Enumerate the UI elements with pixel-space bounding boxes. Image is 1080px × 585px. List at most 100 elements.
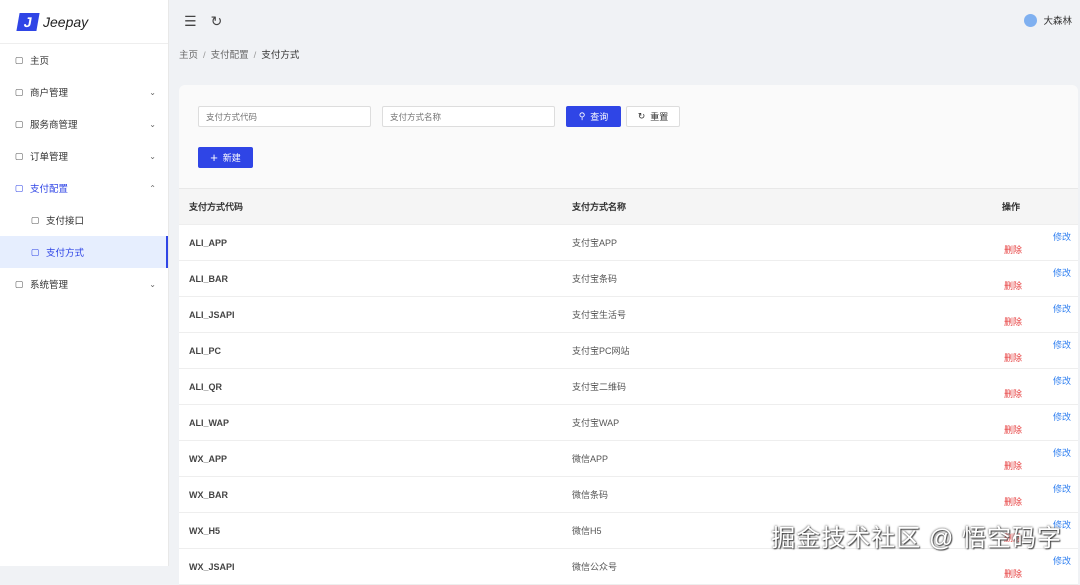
username: 大森林 [1043,16,1072,27]
name-cell: 支付宝WAP [562,404,962,441]
actions-cell: 修改删除 [962,548,1078,585]
edit-link[interactable]: 修改 [1053,268,1071,278]
watermark: 掘金技术社区 @ 悟空码字 [771,525,1062,552]
interface-icon: ▢ [30,214,40,225]
code-cell: WX_JSAPI [179,548,562,585]
sidebar-item-4[interactable]: ▢ 支付配置 ⌃ [0,172,168,204]
sidebar-item-label: 服务商管理 [30,120,78,131]
actions-cell: 修改删除 [962,296,1078,333]
sidebar-item-7[interactable]: ▢ 系统管理 ⌄ [0,268,168,300]
delete-link[interactable]: 删除 [1004,569,1022,579]
code-cell: WX_APP [179,440,562,477]
sidebar-item-label: 商户管理 [30,88,69,99]
collapse-menu-icon[interactable]: ☰ [184,13,197,30]
actions-cell: 修改删除 [962,476,1078,513]
code-cell: ALI_PC [179,332,562,369]
copy-icon: ▢ [14,118,24,129]
edit-link[interactable]: 修改 [1053,304,1071,314]
name-search-input[interactable] [382,106,555,127]
edit-link[interactable]: 修改 [1053,448,1071,458]
header-code: 支付方式代码 [179,188,562,225]
delete-link[interactable]: 删除 [1004,281,1022,291]
breadcrumb-home[interactable]: 主页 [179,50,198,61]
code-cell: WX_H5 [179,512,562,549]
name-cell: 支付宝二维码 [562,368,962,405]
pay-config-icon: ▢ [14,182,24,193]
table-row: ALI_JSAPI 支付宝生活号 修改删除 [179,296,1078,333]
delete-link[interactable]: 删除 [1004,425,1022,435]
table-row: ALI_WAP 支付宝WAP 修改删除 [179,404,1078,441]
sidebar-item-3[interactable]: ▢ 订单管理 ⌄ [0,140,168,172]
edit-link[interactable]: 修改 [1053,376,1071,386]
header-name: 支付方式名称 [562,188,962,225]
new-button[interactable]: + 新建 [198,147,253,168]
sidebar-item-0[interactable]: ▢ 主页 [0,44,168,76]
actions-cell: 修改删除 [962,332,1078,369]
edit-link[interactable]: 修改 [1053,484,1071,494]
query-button[interactable]: ⚲ 查询 [566,106,621,127]
header-actions: 操作 [962,188,1078,225]
delete-link[interactable]: 删除 [1004,245,1022,255]
sidebar-item-1[interactable]: ▢ 商户管理 ⌄ [0,76,168,108]
sidebar-item-2[interactable]: ▢ 服务商管理 ⌄ [0,108,168,140]
delete-link[interactable]: 删除 [1004,497,1022,507]
name-cell: 微信条码 [562,476,962,513]
name-cell: 支付宝PC网站 [562,332,962,369]
chevron-icon: ⌄ [149,279,156,289]
app-name: Jeepay [43,13,89,30]
store-icon: ▢ [14,86,24,97]
sidebar-item-label: 支付配置 [30,184,69,195]
avatar [1024,13,1038,27]
delete-link[interactable]: 删除 [1004,353,1022,363]
sidebar-item-label: 支付接口 [46,216,85,227]
grid-icon: ▢ [30,246,40,257]
gear-icon: ▢ [14,278,24,289]
sidebar-item-label: 主页 [30,56,50,67]
name-cell: 支付宝APP [562,224,962,261]
actions-cell: 修改删除 [962,224,1078,261]
actions-cell: 修改删除 [962,440,1078,477]
logo-icon: J [16,12,40,31]
home-icon: ▢ [14,54,24,65]
actions-cell: 修改删除 [962,260,1078,297]
name-cell: 微信APP [562,440,962,477]
content-card: ⚲查询 ↻重置 +新建 支付方式代码 支付方式名称 操作 ALI_APP支付宝A… [179,85,1078,585]
code-cell: ALI_WAP [179,404,562,441]
breadcrumb: 主页 / 支付配置 / 支付方式 [179,50,300,61]
actions-cell: 修改删除 [962,404,1078,441]
chevron-icon: ⌃ [149,183,156,193]
name-cell: 微信公众号 [562,548,962,585]
code-cell: ALI_JSAPI [179,296,562,333]
topbar: ☰ ↻ 大森林 [170,0,1080,42]
sidebar-item-label: 系统管理 [30,280,69,291]
breadcrumb-pay-config[interactable]: 支付配置 [211,50,249,61]
logo[interactable]: J Jeepay [0,0,168,44]
table-row: ALI_PC 支付宝PC网站 修改删除 [179,332,1078,369]
edit-link[interactable]: 修改 [1053,412,1071,422]
refresh-icon[interactable]: ↻ [211,13,223,30]
table-row: WX_APP 微信APP 修改删除 [179,440,1078,477]
table-row: ALI_APP 支付宝APP 修改删除 [179,224,1078,261]
code-cell: WX_BAR [179,476,562,513]
plus-icon: + [210,150,218,165]
sidebar-item-5[interactable]: ▢ 支付接口 [0,204,168,236]
user-menu[interactable]: 大森林 [1024,13,1072,27]
table-row: ALI_QR 支付宝二维码 修改删除 [179,368,1078,405]
delete-link[interactable]: 删除 [1004,389,1022,399]
table-row: ALI_BAR 支付宝条码 修改删除 [179,260,1078,297]
table-row: WX_JSAPI 微信公众号 修改删除 [179,548,1078,585]
edit-link[interactable]: 修改 [1053,556,1071,566]
code-cell: ALI_QR [179,368,562,405]
sidebar-item-6[interactable]: ▢ 支付方式 [0,236,168,268]
delete-link[interactable]: 删除 [1004,461,1022,471]
search-icon: ⚲ [578,111,586,121]
code-search-input[interactable] [198,106,371,127]
sidebar: J Jeepay ▢ 主页 ▢ 商户管理 ⌄ ▢ 服务商管理 ⌄ ▢ 订单管理 ⌄ ▢ 支付配置 ⌃ ▢ 支付… [0,0,169,566]
edit-link[interactable]: 修改 [1053,340,1071,350]
delete-link[interactable]: 删除 [1004,317,1022,327]
sidebar-item-label: 支付方式 [46,248,85,259]
reset-button[interactable]: ↻ 重置 [626,106,680,127]
chevron-icon: ⌄ [149,119,156,129]
edit-link[interactable]: 修改 [1053,232,1071,242]
sidebar-item-label: 订单管理 [30,152,69,163]
